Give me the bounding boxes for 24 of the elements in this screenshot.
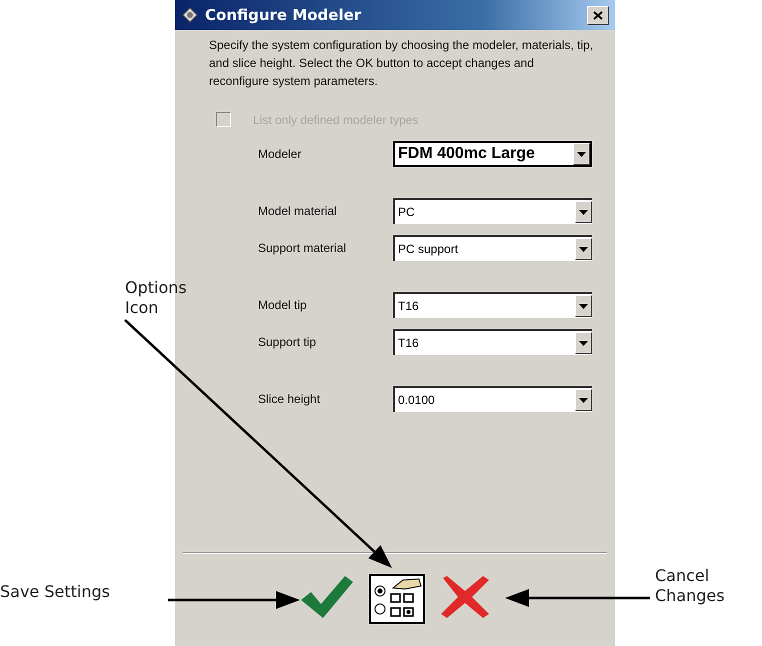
field-label: Modeler <box>258 147 302 161</box>
field-label: Support material <box>258 241 348 255</box>
dropdown-field[interactable]: 0.0100 <box>393 386 592 412</box>
callout-label: Cancel Changes <box>655 566 726 606</box>
close-icon <box>593 10 603 20</box>
dropdown-field[interactable]: PC <box>393 198 592 224</box>
field-label: Support tip <box>258 335 318 349</box>
dropdown-field[interactable]: PC support <box>393 235 592 261</box>
close-button[interactable] <box>587 6 609 24</box>
field-label: Model material <box>258 204 338 218</box>
field-label: Slice height <box>258 392 322 406</box>
dropdown-field[interactable]: T16 <box>393 329 592 355</box>
options-icon <box>369 574 425 624</box>
dropdown-field[interactable]: FDM 400mc Large <box>393 141 592 167</box>
cross-icon <box>439 574 491 620</box>
options-button[interactable] <box>369 574 425 624</box>
window-title: Configure Modeler <box>205 6 362 24</box>
dropdown-field[interactable]: T16 <box>393 292 592 318</box>
description-text: Specify the system configuration by choosing the modeler, materials, tip, and slice height. Select the OK button to accept changes and reconfigure system parameters. <box>209 37 594 90</box>
field-label: Model tip <box>258 298 308 312</box>
callout-label: Options Icon <box>125 278 188 318</box>
app-icon <box>181 6 199 24</box>
callout-label: Save Settings <box>0 582 111 602</box>
checkmark-icon <box>299 574 355 620</box>
